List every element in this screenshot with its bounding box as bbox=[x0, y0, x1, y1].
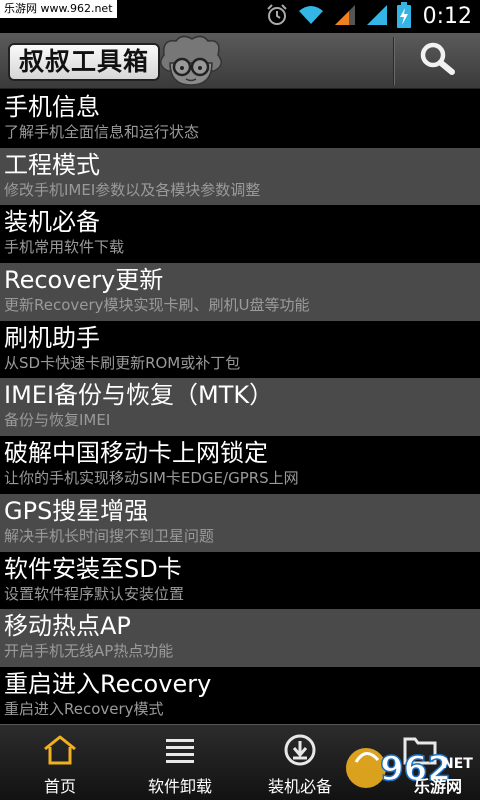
app-header: 叔叔工具箱 bbox=[0, 33, 480, 89]
item-desc: 设置软件程序默认安装位置 bbox=[4, 584, 185, 603]
item-title: 工程模式 bbox=[4, 150, 100, 179]
item-desc: 重启进入Recovery模式 bbox=[4, 699, 164, 718]
app-title: 叔叔工具箱 bbox=[18, 47, 149, 76]
list-item-reboot-recovery[interactable]: 重启进入Recovery 重启进入Recovery模式 bbox=[0, 666, 480, 725]
list-item-unlock-mobile-data[interactable]: 破解中国移动卡上网锁定 让你的手机实现移动SIM卡EDGE/GPRS上网 bbox=[0, 436, 480, 494]
list-item-imei-backup[interactable]: IMEI备份与恢复（MTK） 备份与恢复IMEI bbox=[0, 378, 480, 437]
list-item-phone-info[interactable]: 手机信息 了解手机全面信息和运行状态 bbox=[0, 90, 480, 148]
item-title: 破解中国移动卡上网锁定 bbox=[4, 439, 268, 468]
list-item-essential-apps[interactable]: 装机必备 手机常用软件下载 bbox=[0, 205, 480, 264]
watermark-name: 乐游网 bbox=[414, 777, 462, 796]
item-desc: 了解手机全面信息和运行状态 bbox=[4, 123, 200, 141]
status-icons: 0:12 bbox=[265, 1, 472, 32]
item-title: 装机必备 bbox=[4, 208, 100, 237]
list-item-install-to-sd[interactable]: 软件安装至SD卡 设置软件程序默认安装位置 bbox=[0, 551, 480, 610]
clock-time: 0:12 bbox=[422, 4, 472, 29]
item-desc: 解决手机长时间搜不到卫星问题 bbox=[4, 526, 215, 545]
download-icon bbox=[282, 733, 318, 767]
item-desc: 从SD卡快速卡刷更新ROM或补丁包 bbox=[4, 353, 241, 372]
battery-charging-icon bbox=[396, 1, 411, 32]
item-desc: 更新Recovery模块实现卡刷、刷机U盘等功能 bbox=[4, 296, 310, 315]
item-title: 移动热点AP bbox=[4, 612, 131, 641]
list-item-flash-assistant[interactable]: 刷机助手 从SD卡快速卡刷更新ROM或补丁包 bbox=[0, 320, 480, 379]
search-icon bbox=[417, 39, 457, 83]
item-title: 重启进入Recovery bbox=[4, 669, 212, 698]
nav-label: 软件卸载 bbox=[147, 777, 212, 796]
header-divider bbox=[393, 37, 394, 85]
nav-essential-apps[interactable]: 装机必备 bbox=[240, 725, 360, 800]
tool-list: 手机信息 了解手机全面信息和运行状态 工程模式 修改手机IMEI参数以及各模块参… bbox=[0, 90, 480, 725]
app-logo: 叔叔工具箱 bbox=[8, 43, 160, 81]
search-button[interactable] bbox=[400, 37, 474, 85]
nav-label: 首页 bbox=[43, 777, 76, 796]
signal-icon bbox=[365, 3, 389, 31]
status-bar: 乐游网 www.962.net 0:12 bbox=[0, 0, 480, 33]
nav-uninstall[interactable]: 软件卸载 bbox=[120, 725, 240, 800]
watermark-logo: 962 NET 乐游网 bbox=[344, 742, 476, 796]
signal-icon bbox=[333, 3, 357, 31]
item-desc: 备份与恢复IMEI bbox=[4, 411, 111, 430]
item-desc: 开启手机无线AP热点功能 bbox=[4, 642, 174, 661]
item-desc: 让你的手机实现移动SIM卡EDGE/GPRS上网 bbox=[4, 469, 299, 488]
nav-label: 装机必备 bbox=[267, 777, 332, 796]
watermark-suffix: NET bbox=[442, 756, 473, 772]
wifi-icon bbox=[297, 4, 325, 30]
alarm-icon bbox=[265, 3, 289, 31]
item-title: Recovery更新 bbox=[4, 266, 164, 295]
item-desc: 修改手机IMEI参数以及各模块参数调整 bbox=[4, 180, 261, 199]
item-desc: 手机常用软件下载 bbox=[4, 238, 125, 257]
nav-home[interactable]: 首页 bbox=[0, 725, 120, 800]
item-title: GPS搜星增强 bbox=[4, 496, 149, 525]
item-title: IMEI备份与恢复（MTK） bbox=[4, 381, 274, 410]
list-item-gps-boost[interactable]: GPS搜星增强 解决手机长时间搜不到卫星问题 bbox=[0, 493, 480, 552]
item-title: 刷机助手 bbox=[4, 323, 100, 352]
list-item-recovery-update[interactable]: Recovery更新 更新Recovery模块实现卡刷、刷机U盘等功能 bbox=[0, 263, 480, 321]
list-icon bbox=[162, 733, 198, 767]
list-item-hotspot-ap[interactable]: 移动热点AP 开启手机无线AP热点功能 bbox=[0, 609, 480, 667]
watermark-top-left: 乐游网 www.962.net bbox=[0, 0, 117, 18]
list-item-engineering-mode[interactable]: 工程模式 修改手机IMEI参数以及各模块参数调整 bbox=[0, 147, 480, 206]
mascot-face-icon bbox=[156, 35, 226, 87]
item-title: 软件安装至SD卡 bbox=[4, 554, 182, 583]
item-title: 手机信息 bbox=[4, 93, 100, 121]
home-icon bbox=[42, 733, 78, 767]
